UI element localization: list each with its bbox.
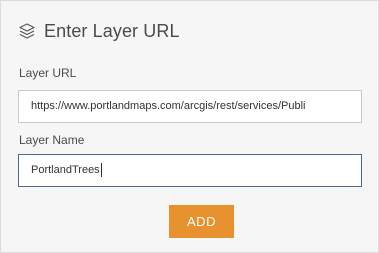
add-button[interactable]: ADD (169, 205, 234, 238)
layer-url-label: Layer URL (19, 66, 77, 80)
layer-name-input[interactable]: PortlandTrees (18, 154, 362, 187)
layer-url-value: https://www.portlandmaps.com/arcgis/rest… (31, 100, 306, 112)
layer-url-input[interactable]: https://www.portlandmaps.com/arcgis/rest… (18, 90, 362, 123)
layer-name-value-wrap: PortlandTrees (31, 155, 357, 186)
text-caret (100, 163, 102, 178)
layer-name-label: Layer Name (19, 133, 85, 147)
layer-name-value: PortlandTrees (31, 164, 100, 176)
enter-layer-url-panel: Enter Layer URL Layer URL https://www.po… (0, 0, 379, 253)
layers-icon (18, 22, 36, 40)
panel-header: Enter Layer URL (18, 20, 180, 42)
panel-title: Enter Layer URL (44, 20, 180, 41)
